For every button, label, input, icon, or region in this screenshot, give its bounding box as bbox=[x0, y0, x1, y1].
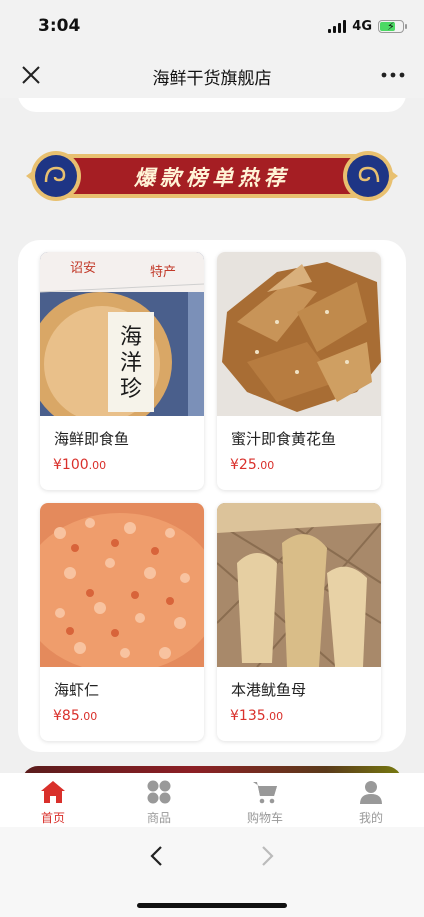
network-type: 4G bbox=[352, 18, 372, 34]
product-name: 本港鱿鱼母 bbox=[231, 681, 307, 699]
cart-icon bbox=[253, 782, 277, 804]
banner-title: 爆款榜单热荐 bbox=[134, 166, 290, 190]
tab-cart[interactable]: 购物车 bbox=[212, 773, 318, 827]
status-indicators: 4G ⚡ bbox=[328, 17, 407, 35]
svg-text:特产: 特产 bbox=[150, 265, 176, 280]
user-icon bbox=[360, 781, 382, 804]
tab-label: 商品 bbox=[146, 811, 171, 825]
home-icon bbox=[41, 781, 65, 803]
dried-squid-image bbox=[217, 503, 381, 667]
product-name: 海虾仁 bbox=[54, 681, 100, 699]
battery-icon: ⚡ bbox=[378, 19, 407, 33]
back-arrow-icon[interactable] bbox=[142, 841, 172, 871]
browser-toolbar bbox=[0, 827, 424, 917]
nav-bar: 海鲜干货旗舰店 bbox=[0, 52, 424, 98]
dried-shrimp-image bbox=[40, 503, 204, 667]
page-title: 海鲜干货旗舰店 bbox=[152, 69, 272, 89]
product-grid: 海 洋 珍 诏安 特产 海鲜即食鱼 ¥100.00 蜜汁即食黄花鱼 ¥25.00… bbox=[18, 240, 406, 752]
product-price: ¥25.00 bbox=[230, 457, 275, 473]
dried-fish-bag-image: 海 洋 珍 诏安 特产 bbox=[40, 252, 204, 416]
tab-profile[interactable]: 我的 bbox=[318, 773, 424, 827]
tab-label: 我的 bbox=[358, 811, 383, 825]
product-card[interactable]: 海虾仁 ¥85.00 bbox=[40, 503, 204, 741]
product-price: ¥85.00 bbox=[53, 708, 98, 724]
svg-text:洋: 洋 bbox=[120, 351, 142, 376]
honey-fish-image bbox=[217, 252, 381, 416]
product-name: 蜜汁即食黄花鱼 bbox=[231, 430, 337, 448]
page-content[interactable]: 爆款榜单热荐 海 洋 珍 诏安 特产 海鲜即食鱼 ¥100.00 蜜汁即食黄花鱼… bbox=[0, 98, 424, 773]
next-section-banner bbox=[22, 766, 402, 773]
svg-text:诏安: 诏安 bbox=[70, 261, 96, 276]
product-price: ¥100.00 bbox=[53, 457, 107, 473]
svg-text:珍: 珍 bbox=[120, 377, 142, 402]
previous-section-card bbox=[18, 98, 406, 112]
product-card[interactable]: 本港鱿鱼母 ¥135.00 bbox=[217, 503, 381, 741]
tab-label: 购物车 bbox=[246, 811, 283, 825]
bottom-tabbar: 首页 商品 购物车 我的 bbox=[0, 773, 424, 827]
hot-list-banner: 爆款榜单热荐 bbox=[26, 148, 398, 204]
tab-products[interactable]: 商品 bbox=[106, 773, 212, 827]
product-card[interactable]: 蜜汁即食黄花鱼 ¥25.00 bbox=[217, 252, 381, 490]
status-bar: 3:04 4G ⚡ bbox=[0, 0, 424, 52]
status-time: 3:04 bbox=[38, 16, 81, 36]
more-icon[interactable] bbox=[380, 64, 406, 86]
product-card[interactable]: 海 洋 珍 诏安 特产 海鲜即食鱼 ¥100.00 bbox=[40, 252, 204, 490]
product-name: 海鲜即食鱼 bbox=[54, 430, 130, 448]
grid-icon bbox=[147, 780, 171, 804]
forward-arrow-icon[interactable] bbox=[252, 841, 282, 871]
signal-icon bbox=[328, 19, 347, 33]
home-indicator bbox=[137, 903, 287, 908]
tab-label: 首页 bbox=[40, 811, 65, 825]
tab-home[interactable]: 首页 bbox=[0, 773, 106, 827]
product-price: ¥135.00 bbox=[230, 708, 284, 724]
svg-text:海: 海 bbox=[120, 325, 142, 350]
